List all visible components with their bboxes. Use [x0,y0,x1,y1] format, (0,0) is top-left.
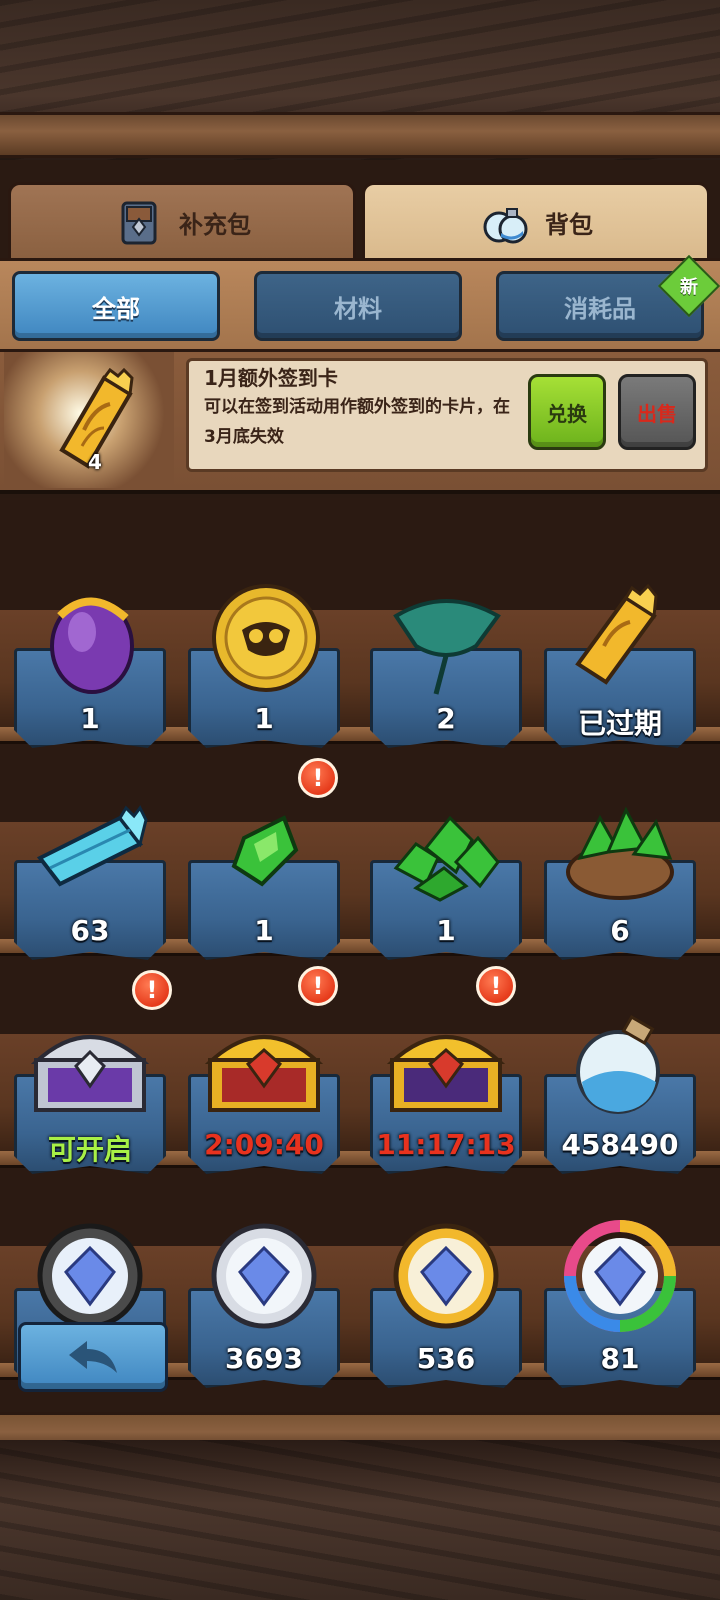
alert-badge: ! [476,966,516,1006]
chest-timer: 2:09:40 [204,1128,324,1161]
inventory-slot[interactable]: 1 [10,540,170,752]
item-count: 3693 [225,1342,303,1375]
tab-backpack-label: 背包 [545,211,593,239]
subtab-bar: 全部 材料 消耗品 新 [0,254,720,352]
purple-egg-icon [50,597,134,694]
potion-bag-icon [483,207,528,243]
gold-gem-medal-icon [393,1223,499,1329]
item-count: 1 [254,914,274,947]
card-pack-icon [121,201,157,244]
inventory-slot[interactable]: 已过期 [540,540,700,752]
item-count: 63 [70,914,110,947]
silver-chest-icon [30,1035,150,1112]
green-crystal-pile-icon [393,815,500,902]
subtab-materials[interactable]: 材料 [254,271,462,341]
owl-gold-coin-icon [212,584,320,692]
exchange-button-label: 兑换 [547,401,587,426]
subtab-consumables-label: 消耗品 [564,294,636,323]
inventory-slot[interactable]: 1 [366,752,526,964]
inventory-slot[interactable]: 458490 [540,966,700,1178]
subtab-all-label: 全部 [92,294,140,323]
chest-timer: 11:17:13 [376,1128,516,1161]
alert-badge: ! [298,966,338,1006]
dark-gem-medal-icon [37,1223,143,1329]
top-beam [0,112,720,158]
inventory-slot[interactable]: 2 [366,540,526,752]
rainbow-gem-medal-icon [564,1220,676,1332]
lotus-leaf-icon [393,599,501,695]
inventory-slot[interactable]: 6 [540,752,700,964]
subtab-all[interactable]: 全部 [12,271,220,341]
item-title: 1月额外签到卡 [204,366,338,390]
sell-button-label: 出售 [637,401,677,426]
back-button[interactable] [18,1322,168,1392]
exchange-button[interactable]: 兑换 [528,374,606,450]
chest-status: 可开启 [47,1133,132,1166]
bottom-decoration [0,1440,720,1600]
inventory-slot[interactable]: 63 [10,752,170,964]
alert-badge: ! [132,970,172,1010]
tab-supply-pack[interactable]: 补充包 [8,182,356,260]
item-description: 可以在签到活动用作额外签到的卡片，在3月底失效 [204,397,510,447]
tab-backpack[interactable]: 背包 [362,182,710,260]
selected-item-count: 4 [88,450,102,474]
item-status: 已过期 [577,707,662,740]
item-count: 1 [80,702,100,735]
inventory-slot[interactable]: 1 [184,540,344,752]
green-crystal-sack-icon [566,806,674,900]
item-count: 1 [436,914,456,947]
golden-ticket-icon [575,583,658,685]
subtab-materials-label: 材料 [334,294,382,323]
subtab-consumables[interactable]: 消耗品 新 [496,254,720,341]
item-count: 81 [600,1342,640,1375]
inventory-slot[interactable]: 81 [540,1180,700,1392]
silver-gem-medal-icon [211,1223,317,1329]
blue-sand-bottle-icon [576,1015,660,1114]
gold-chest-icon [204,1035,324,1112]
alert-badge: ! [298,758,338,798]
tab-supply-pack-label: 补充包 [179,211,251,239]
back-arrow-icon [69,1341,117,1373]
blue-ticket-icon [36,805,148,887]
sell-button[interactable]: 出售 [618,374,696,450]
green-crystal-icon [231,815,299,887]
inventory-slot[interactable]: 3693 [184,1180,344,1392]
item-count: 458490 [561,1128,679,1161]
item-count: 2 [436,702,456,735]
purple-gold-chest-icon [386,1035,506,1112]
item-count: 536 [416,1342,476,1375]
item-count: 1 [254,702,274,735]
inventory-slot[interactable]: 536 [366,1180,526,1392]
item-count: 6 [610,914,630,947]
new-badge: 新 [657,254,720,318]
